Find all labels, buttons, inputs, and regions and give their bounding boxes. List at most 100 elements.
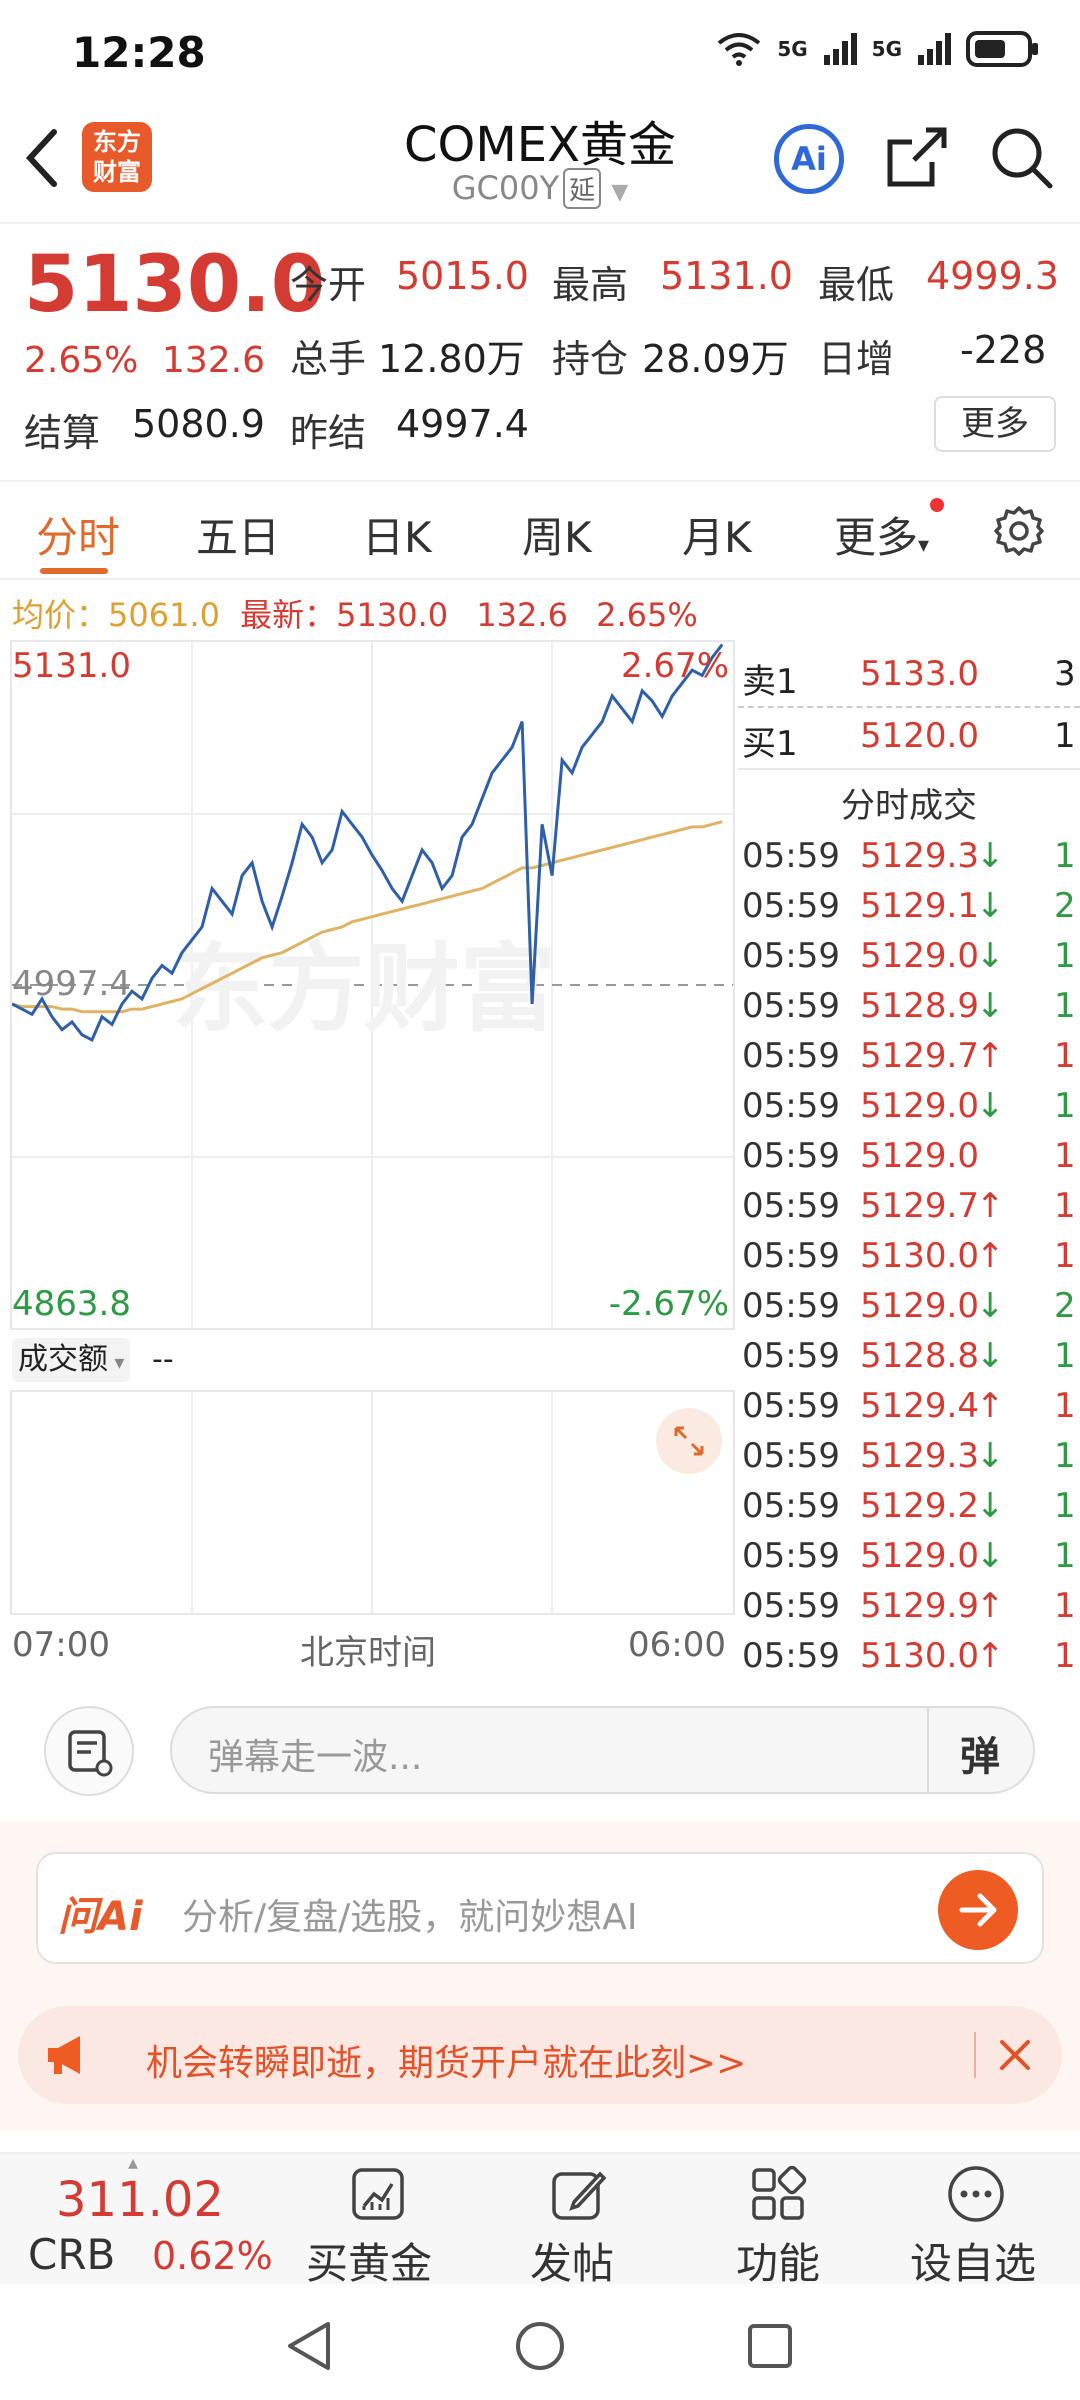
bid-price: 5120.0 (860, 716, 979, 756)
expand-icon (674, 1426, 704, 1456)
trade-price: 5129.7 (860, 1036, 979, 1076)
high-label: 最高 (552, 263, 629, 307)
latest-label: 最新： (240, 596, 337, 634)
trade-price: 5129.1 (860, 886, 979, 926)
trade-qty: 1 (1054, 836, 1076, 876)
trade-row: 05:59 5129.0 ↓ 2 (738, 1280, 1080, 1330)
bottom-action-bar: ▴ 311.02 CRB 0.62% 买黄金 发帖 功能 设自选 (0, 2150, 1080, 2288)
prev-settle-value: 4997.4 (396, 402, 529, 446)
nav-home-icon[interactable] (514, 2320, 566, 2372)
danmu-send-button[interactable]: 弹 (960, 1724, 1000, 1782)
promo-banner[interactable]: 机会转瞬即逝，期货开户就在此刻>> (18, 2006, 1062, 2104)
trade-time: 05:59 (742, 936, 840, 976)
ai-submit-button[interactable] (938, 1870, 1018, 1950)
index-ticker[interactable]: ▴ 311.02 CRB 0.62% (0, 2150, 290, 2286)
tab-intraday[interactable]: 分时 (36, 504, 120, 565)
y-bottom-pct: -2.67% (608, 1284, 729, 1324)
latest-change: 132.6 (476, 596, 568, 634)
daily-inc-label: 日增 (818, 337, 895, 381)
trade-price: 5128.9 (860, 986, 979, 1026)
trade-qty: 1 (1054, 1186, 1076, 1226)
danmu-send-divider (927, 1708, 929, 1792)
gear-icon[interactable] (992, 504, 1046, 558)
trade-time: 05:59 (742, 1636, 840, 1676)
volume-label: 总手 (290, 337, 367, 381)
trade-row: 05:59 5129.9 ↑ 1 (738, 1580, 1080, 1630)
trade-price: 5129.7 (860, 1186, 979, 1226)
status-time: 12:28 (72, 28, 206, 77)
trade-qty: 1 (1054, 1036, 1076, 1076)
edit-icon (552, 2171, 607, 2220)
trades-title: 分时成交 (841, 786, 977, 826)
trade-row: 05:59 5129.7 ↑ 1 (738, 1030, 1080, 1080)
trade-qty: 2 (1054, 1286, 1076, 1326)
close-icon[interactable] (996, 2036, 1034, 2074)
tab-more[interactable]: 更多▾ (834, 504, 929, 565)
ai-button-label: Ai (791, 140, 827, 178)
trade-row: 05:59 5129.4 ↑ 1 (738, 1380, 1080, 1430)
caret-down-icon: ▾ (108, 1350, 125, 1374)
arrow-down-icon: ↓ (976, 986, 1005, 1026)
bid-label: 买1 (742, 724, 798, 764)
trade-price: 5129.3 (860, 836, 979, 876)
ask-price: 5133.0 (860, 654, 979, 694)
caret-up-icon: ▴ (128, 2150, 139, 2174)
trade-qty: 1 (1054, 986, 1076, 1026)
tab-five-day[interactable]: 五日 (196, 504, 280, 565)
more-button[interactable]: 更多 (934, 396, 1056, 452)
arrow-up-icon: ↑ (976, 1386, 1005, 1426)
arrow-down-icon: ↓ (976, 1286, 1005, 1326)
trade-time: 05:59 (742, 986, 840, 1026)
set-watch-button[interactable]: 设自选 (890, 2154, 1070, 2288)
trade-row: 05:59 5130.0 ↑ 1 (738, 1630, 1080, 1680)
ai-query-box[interactable]: 问Ai 分析/复盘/选股，就问妙想AI (36, 1852, 1044, 1964)
trades-divider (738, 768, 1080, 770)
network-label-1: 5G (777, 37, 808, 61)
search-icon[interactable] (990, 126, 1054, 190)
buy-gold-label: 买黄金 (306, 2239, 433, 2288)
trade-time: 05:59 (742, 1286, 840, 1326)
trade-price: 5129.0 (860, 1086, 979, 1126)
intraday-chart[interactable]: 东方财富 5131.0 2.67% 4997.4 4863.8 -2.67% (10, 640, 735, 1330)
arrow-up-icon: ↑ (976, 1236, 1005, 1276)
trade-row: 05:59 5128.8 ↓ 1 (738, 1330, 1080, 1380)
trade-qty: 1 (1054, 1436, 1076, 1476)
nav-recents-icon[interactable] (746, 2322, 794, 2370)
active-tab-indicator (40, 568, 108, 574)
arrow-up-icon: ↑ (976, 1636, 1005, 1676)
trade-price: 5129.4 (860, 1386, 979, 1426)
index-pct: 0.62% (152, 2234, 273, 2278)
ai-button[interactable]: Ai (774, 124, 844, 194)
y-top-pct: 2.67% (620, 646, 729, 686)
trade-time: 05:59 (742, 836, 840, 876)
volume-value: -- (152, 1342, 174, 1377)
wifi-icon (718, 33, 761, 66)
functions-button[interactable]: 功能 (700, 2154, 860, 2288)
nav-back-icon[interactable] (284, 2320, 334, 2372)
tab-daily-k[interactable]: 日K (362, 504, 432, 565)
grid-apps-icon (752, 2166, 807, 2220)
volume-selector[interactable]: 成交额 ▾ (12, 1338, 131, 1382)
expand-button[interactable] (656, 1408, 722, 1474)
danmu-input[interactable]: 弹幕走一波... 弹 (170, 1706, 1035, 1794)
ask-qty: 3 (1054, 654, 1076, 694)
notification-dot (930, 498, 944, 512)
share-icon[interactable] (886, 126, 948, 188)
trade-qty: 1 (1054, 1236, 1076, 1276)
trade-row: 05:59 5129.2 ↓ 1 (738, 1480, 1080, 1530)
last-price: 5130.0 (24, 240, 325, 330)
trade-row: 05:59 5128.9 ↓ 1 (738, 980, 1080, 1030)
buy-gold-button[interactable]: 买黄金 (296, 2154, 456, 2288)
trade-price: 5129.0 (860, 1536, 979, 1576)
trade-price: 5129.0 (860, 1136, 979, 1176)
trade-time: 05:59 (742, 1186, 840, 1226)
danmu-settings-icon (68, 1730, 113, 1777)
danmu-settings-button[interactable] (44, 1706, 134, 1796)
daily-inc-value: -228 (960, 328, 1047, 372)
volume-grid (191, 1392, 553, 1613)
post-button[interactable]: 发帖 (500, 2154, 660, 2288)
battery-icon (966, 31, 1038, 67)
tab-weekly-k[interactable]: 周K (522, 504, 592, 565)
trade-row: 05:59 5129.7 ↑ 1 (738, 1180, 1080, 1230)
tab-monthly-k[interactable]: 月K (682, 504, 752, 565)
